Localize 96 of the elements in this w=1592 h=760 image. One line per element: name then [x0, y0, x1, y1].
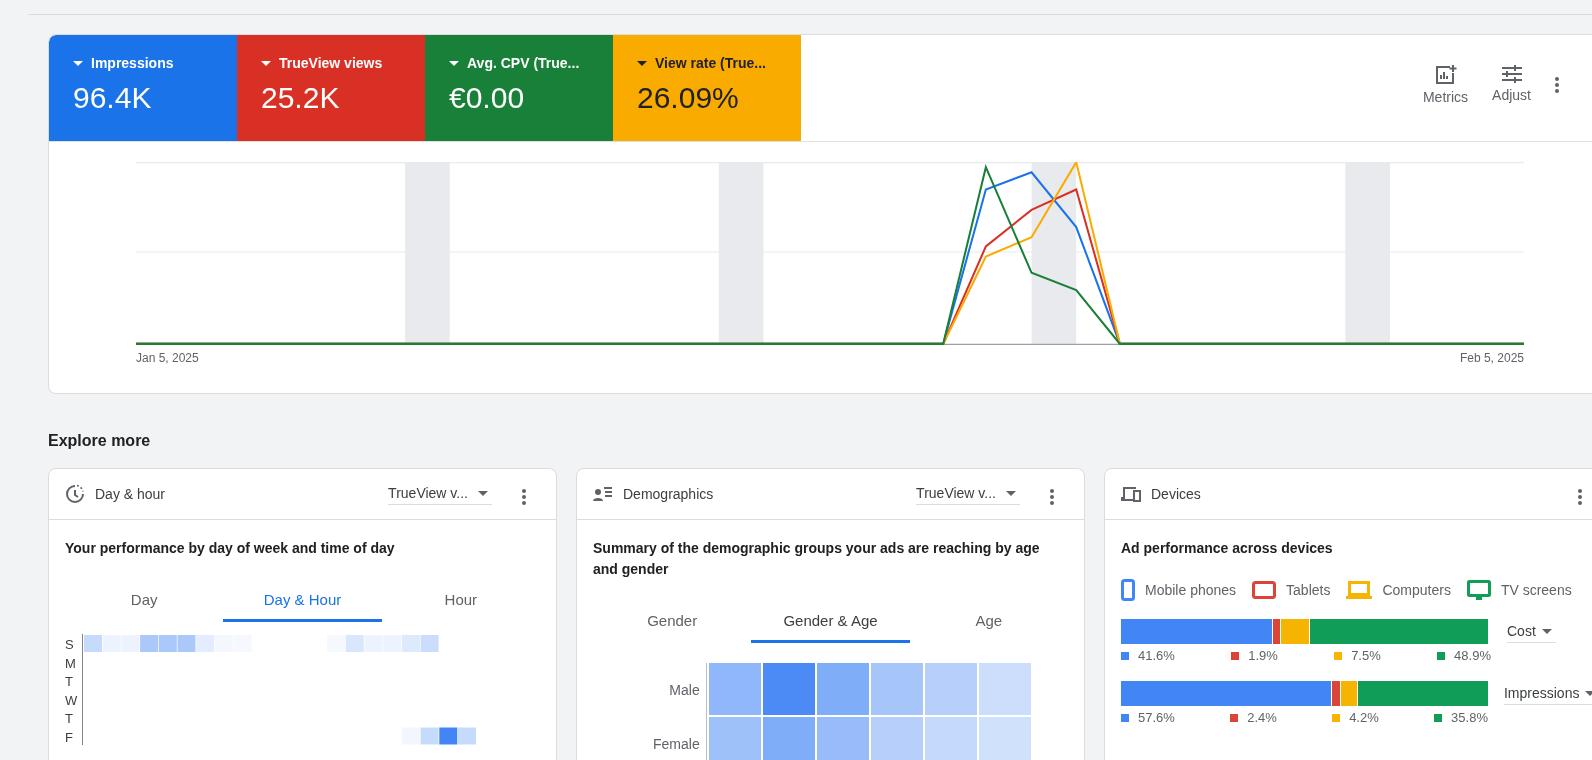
heatmap-cell	[401, 727, 420, 745]
heatmap-cell	[383, 635, 402, 652]
people-list-icon	[593, 486, 613, 502]
view-tab[interactable]: Hour	[381, 579, 540, 622]
metric-dropdown[interactable]: TrueView v...	[916, 483, 1020, 505]
percent-label: 35.8%	[1451, 710, 1488, 725]
percent-label: 57.6%	[1138, 710, 1175, 725]
heatmap-cell	[102, 635, 121, 652]
card-subtitle: Your performance by day of week and time of day	[65, 539, 396, 558]
metric-value: €0.00	[449, 81, 525, 115]
heatmap-cell	[420, 727, 439, 745]
card-title: Day & hour	[95, 486, 166, 502]
heatmap-cell	[458, 727, 476, 745]
metric-value: 26.09%	[637, 81, 739, 115]
percent-label: 7.5%	[1351, 648, 1381, 663]
day-label: M	[65, 654, 77, 671]
toolbar-button[interactable]: Adjust	[1486, 65, 1537, 103]
caret-icon	[1006, 490, 1016, 496]
view-tab[interactable]: Age	[909, 600, 1068, 643]
clock-icon	[65, 484, 85, 504]
heatmap-cell	[816, 717, 869, 760]
legend-label: Mobile phones	[1145, 582, 1237, 598]
caret-icon	[1541, 628, 1552, 634]
metric-dropdown[interactable]: Cost	[1507, 621, 1556, 643]
heatmap-cell	[401, 635, 420, 652]
view-tab[interactable]: Gender	[593, 600, 752, 643]
card-title: Demographics	[623, 486, 714, 502]
metric-tile[interactable]: View rate (True... 26.09%	[613, 35, 801, 141]
metric-label: Impressions	[91, 55, 174, 71]
section-title: Explore more	[48, 432, 151, 450]
caret-icon	[261, 60, 271, 66]
tune-icon	[1501, 65, 1522, 83]
heatmap-cell	[816, 663, 869, 715]
heatmap-cell	[708, 663, 761, 715]
heatmap-cell	[870, 717, 923, 760]
metric-tile[interactable]: Impressions 96.4K	[49, 35, 237, 141]
view-tab[interactable]: Day & Hour	[223, 579, 382, 622]
metric-tile[interactable]: Avg. CPV (True... €0.00	[425, 35, 613, 141]
day-label: T	[65, 673, 74, 690]
caret-icon	[449, 60, 459, 66]
heatmap-cell	[978, 663, 1031, 715]
axis-label: Feb 5, 2025	[1459, 351, 1524, 365]
heatmap-cell	[762, 717, 815, 760]
view-tab[interactable]: Gender & Age	[751, 600, 910, 643]
card-subtitle: Summary of the demographic groups your ads are reaching by age and gender	[593, 539, 1041, 579]
legend-label: Computers	[1382, 582, 1451, 598]
card-title: Devices	[1151, 486, 1201, 502]
heatmap-cell	[177, 635, 196, 652]
percent-label: 2.4%	[1247, 710, 1277, 725]
day-label: F	[65, 728, 74, 745]
heatmap-cell	[327, 635, 346, 652]
metric-label: TrueView views	[279, 55, 383, 71]
heatmap-cell	[924, 717, 977, 760]
metric-label: Avg. CPV (True...	[467, 55, 580, 71]
heatmap-cell	[345, 635, 364, 652]
heatmap-cell	[762, 663, 815, 715]
heatmap-cell	[196, 635, 215, 652]
view-tab[interactable]: Day	[65, 579, 224, 622]
gender-label: Female	[653, 735, 700, 754]
card-subtitle: Ad performance across devices	[1121, 539, 1334, 558]
percent-label: 1.9%	[1248, 648, 1278, 663]
day-label: T	[65, 710, 74, 727]
heatmap-cell	[121, 635, 140, 652]
heatmap-cell	[158, 635, 177, 652]
caret-icon	[1585, 690, 1592, 696]
heatmap-cell	[364, 635, 383, 652]
metric-dropdown[interactable]: TrueView v...	[388, 483, 492, 505]
metric-label: View rate (True...	[655, 55, 766, 71]
add-chart-icon	[1434, 65, 1457, 85]
devices-icon	[1121, 486, 1141, 502]
heatmap-cell	[214, 635, 233, 652]
caret-icon	[478, 490, 488, 496]
gender-label: Male	[669, 681, 700, 700]
metric-value: 96.4K	[73, 81, 152, 115]
legend-label: Tablets	[1286, 582, 1331, 598]
axis-label: Jan 5, 2025	[136, 351, 199, 365]
day-label: W	[65, 691, 79, 708]
toolbar-button[interactable]: Metrics	[1416, 65, 1475, 105]
legend-label: TV screens	[1500, 582, 1572, 598]
percent-label: 41.6%	[1138, 648, 1175, 663]
heatmap-cell	[870, 663, 923, 715]
metric-tile[interactable]: TrueView views 25.2K	[237, 35, 425, 141]
heatmap-cell	[84, 635, 102, 652]
heatmap-cell	[439, 727, 458, 745]
heatmap-cell	[420, 635, 439, 652]
heatmap-cell	[978, 717, 1031, 760]
percent-label: 4.2%	[1349, 710, 1379, 725]
heatmap-cell	[140, 635, 159, 652]
metric-dropdown[interactable]: Impressions	[1503, 683, 1592, 705]
caret-icon	[637, 60, 647, 66]
day-label: S	[65, 636, 75, 653]
caret-icon	[73, 60, 83, 66]
metric-value: 25.2K	[261, 81, 340, 115]
heatmap-cell	[708, 717, 761, 760]
percent-label: 48.9%	[1454, 648, 1491, 663]
heatmap-cell	[924, 663, 977, 715]
